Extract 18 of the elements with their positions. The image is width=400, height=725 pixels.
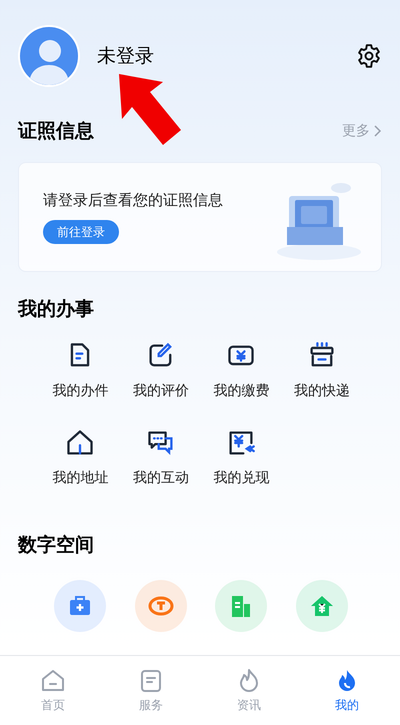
document-icon (138, 668, 164, 694)
tab[interactable]: 我的 (298, 656, 396, 725)
service-item[interactable]: 我的快递 (282, 341, 362, 402)
section-title: 数字空间 (18, 534, 94, 556)
settings-icon[interactable] (356, 43, 382, 69)
login-hint: 请登录后查看您的证照信息 (43, 190, 223, 211)
service-item[interactable]: 我的地址 (40, 428, 120, 489)
chevron-right-icon (374, 125, 382, 138)
service-item[interactable]: 我的办件 (40, 341, 120, 402)
service-item[interactable]: 我的评价 (120, 341, 201, 402)
service-item[interactable]: 我的缴费 (201, 341, 282, 402)
login-status[interactable]: 未登录 (97, 42, 154, 70)
section-title: 我的办事 (18, 298, 94, 320)
login-button[interactable]: 前往登录 (43, 220, 119, 244)
service-item[interactable]: 我的兑现 (201, 428, 282, 489)
section-title: 证照信息 (18, 119, 94, 144)
home-icon (40, 668, 66, 694)
service-item[interactable]: 我的互动 (120, 428, 201, 489)
